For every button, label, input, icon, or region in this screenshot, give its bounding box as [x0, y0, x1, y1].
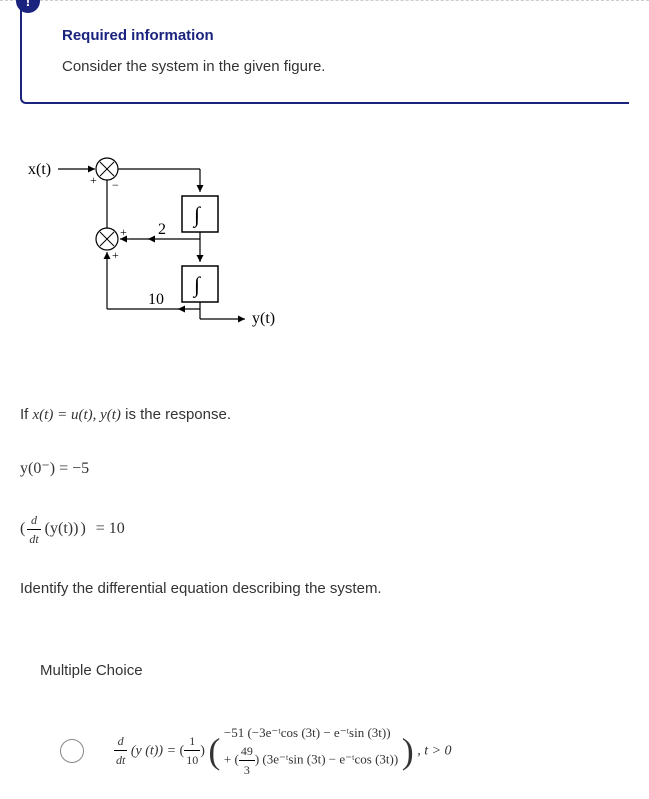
minus-sign: −	[112, 178, 119, 192]
choice-1-row: d dt (y (t)) = ( 1 10 ) ( −51 (−3e⁻ᵗcos …	[60, 723, 609, 780]
required-desc: Consider the system in the given figure.	[62, 56, 609, 79]
y-label: y(t)	[252, 310, 275, 327]
int-symbol-1: ∫	[192, 202, 202, 228]
required-title: Required information	[62, 25, 609, 48]
eq-10: = 10	[96, 517, 125, 541]
question-line-3: ( d dt (y(t)) ) = 10	[20, 511, 629, 548]
choice-1-math: d dt (y (t)) = ( 1 10 ) ( −51 (−3e⁻ᵗcos …	[114, 723, 452, 780]
question-line-4: Identify the differential equation descr…	[20, 578, 629, 601]
required-info-box: ! Required information Consider the syst…	[20, 1, 629, 104]
q1-post: is the response.	[121, 406, 231, 423]
x-label: x(t)	[28, 161, 51, 178]
required-border: Required information Consider the system…	[20, 1, 629, 104]
d-dt-frac: d dt	[27, 511, 40, 548]
gain-10: 10	[148, 291, 164, 308]
gain-2: 2	[158, 221, 166, 238]
question-line-2: y(0⁻) = −5	[20, 457, 629, 481]
question-line-1: If x(t) = u(t), y(t) is the response.	[20, 404, 629, 427]
plus-sign-2: +	[120, 225, 127, 239]
q1-pre: If	[20, 406, 33, 423]
multiple-choice-header: Multiple Choice	[40, 660, 609, 683]
plus-sign: +	[90, 173, 97, 187]
q1-mid: x(t) = u(t), y(t)	[33, 407, 121, 423]
yt-inner: (y(t))	[45, 517, 79, 541]
plus-sign-3: +	[112, 248, 119, 262]
int-symbol-2: ∫	[192, 272, 202, 298]
block-diagram: x(t) + − ∫ + + 2 ∫ y(t)	[20, 144, 629, 364]
choice-1-radio[interactable]	[60, 739, 84, 763]
